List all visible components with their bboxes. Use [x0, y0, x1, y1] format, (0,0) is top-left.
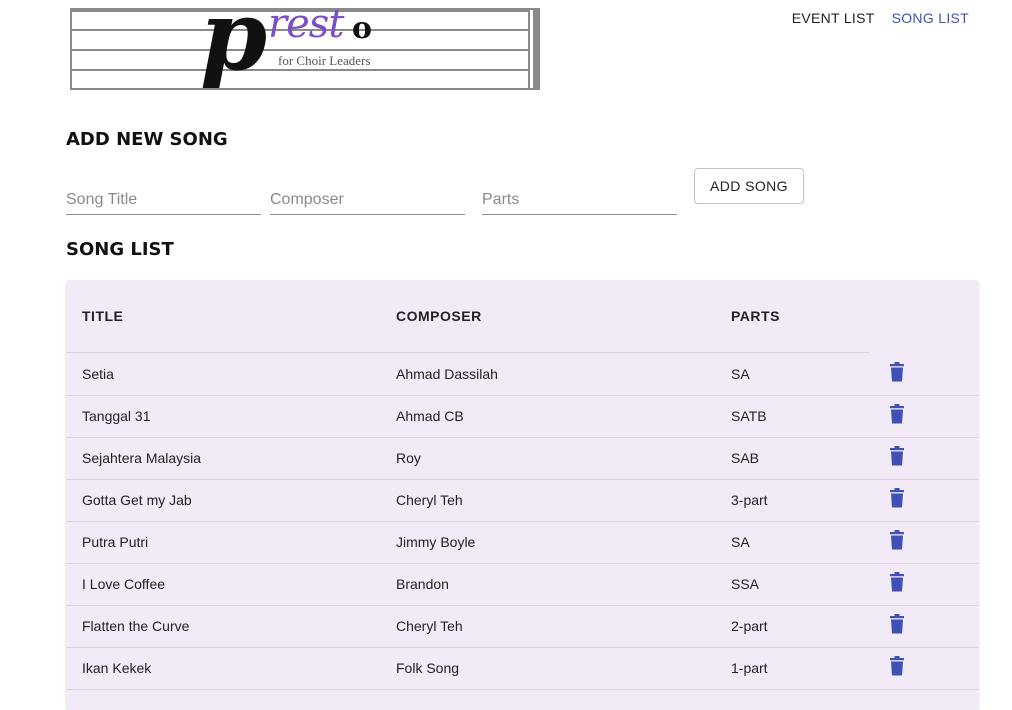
composer-input[interactable] — [270, 180, 465, 215]
table-row: Gotta Get my Jab Cheryl Teh 3-part — [66, 479, 979, 522]
song-composer: Cheryl Teh — [396, 618, 463, 634]
song-parts: 3-part — [731, 492, 768, 508]
add-song-heading: ADD NEW SONG — [66, 129, 228, 150]
song-composer: Jimmy Boyle — [396, 534, 476, 550]
bar-line-thick — [533, 10, 538, 88]
song-title: Flatten the Curve — [82, 618, 190, 634]
trash-icon[interactable] — [889, 530, 905, 550]
song-title: Putra Putri — [82, 534, 149, 550]
song-composer: Cheryl Teh — [396, 492, 463, 508]
trash-icon[interactable] — [889, 362, 905, 382]
song-parts: 2-part — [731, 618, 768, 634]
table-row: Flatten the Curve Cheryl Teh 2-part — [66, 605, 979, 648]
song-composer: Ahmad Dassilah — [396, 366, 498, 382]
song-parts: SA — [731, 534, 750, 550]
top-nav: EVENT LIST SONG LIST — [792, 10, 969, 26]
song-title: Setia — [82, 366, 114, 382]
logo-tagline: for Choir Leaders — [276, 53, 373, 69]
nav-song-list[interactable]: SONG LIST — [892, 10, 969, 26]
song-title: Gotta Get my Jab — [82, 492, 192, 508]
song-table: TITLE COMPOSER PARTS Setia Ahmad Dassila… — [66, 280, 979, 710]
logo-letter-p: p — [200, 8, 268, 90]
presto-logo: p rest o for Choir Leaders — [70, 8, 540, 90]
song-composer: Brandon — [396, 576, 449, 592]
column-header-parts: PARTS — [731, 308, 780, 324]
song-composer: Ahmad CB — [396, 408, 464, 424]
column-header-composer: COMPOSER — [396, 308, 482, 324]
song-title: Ikan Kekek — [82, 660, 152, 676]
table-row: Putra Putri Jimmy Boyle SA — [66, 521, 979, 564]
song-title: Sejahtera Malaysia — [82, 450, 202, 466]
table-row: I Love Coffee Brandon SSA — [66, 563, 979, 606]
trash-icon[interactable] — [889, 404, 905, 424]
table-header: TITLE COMPOSER PARTS — [66, 280, 869, 353]
column-header-title: TITLE — [82, 308, 124, 324]
trash-icon[interactable] — [889, 488, 905, 508]
song-composer: Roy — [396, 450, 421, 466]
song-parts: SAB — [731, 450, 760, 466]
song-title: I Love Coffee — [82, 576, 166, 592]
table-row: Sejahtera Malaysia Roy SAB — [66, 437, 979, 480]
bar-line — [528, 10, 530, 88]
trash-icon[interactable] — [889, 446, 905, 466]
song-title: Tanggal 31 — [82, 408, 151, 424]
table-row: Setia Ahmad Dassilah SA — [66, 353, 979, 396]
song-parts: SA — [731, 366, 750, 382]
staff-line — [72, 49, 528, 51]
song-composer: Folk Song — [396, 660, 460, 676]
song-title-input[interactable] — [66, 180, 261, 215]
trash-icon[interactable] — [889, 572, 905, 592]
table-row: Ikan Kekek Folk Song 1-part — [66, 647, 979, 690]
song-parts: 1-part — [731, 660, 768, 676]
trash-icon[interactable] — [889, 614, 905, 634]
trash-icon[interactable] — [889, 656, 905, 676]
nav-event-list[interactable]: EVENT LIST — [792, 10, 875, 26]
parts-input[interactable] — [482, 180, 677, 215]
song-parts: SSA — [731, 576, 760, 592]
staff-line — [72, 69, 528, 71]
song-list-heading: SONG LIST — [66, 239, 174, 260]
logo-letter-o: o — [352, 11, 373, 46]
add-song-button[interactable]: ADD SONG — [694, 168, 804, 204]
logo-letters-rest: rest — [268, 8, 344, 47]
song-parts: SATB — [731, 408, 767, 424]
table-row: Tanggal 31 Ahmad CB SATB — [66, 395, 979, 438]
